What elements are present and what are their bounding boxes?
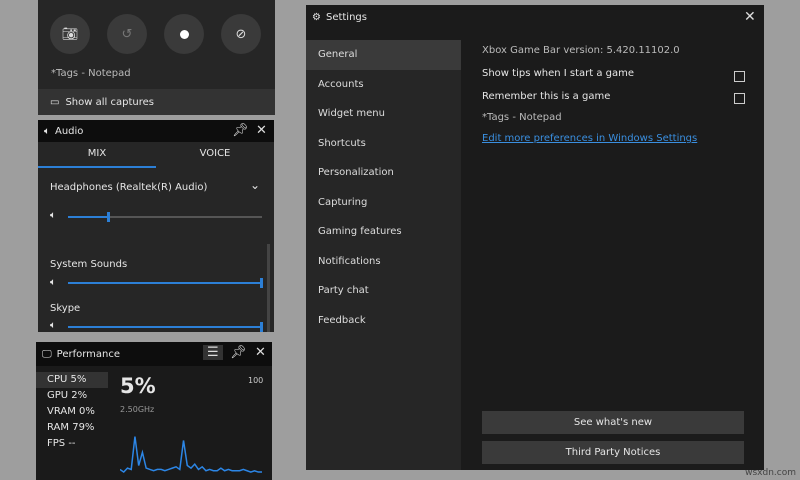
record-dot-icon (179, 29, 189, 39)
nav-item-general[interactable]: General (306, 40, 461, 70)
nav-item-shortcuts[interactable]: Shortcuts (306, 129, 461, 159)
option-label: Remember this is a game (482, 91, 611, 102)
app-name: Skype (50, 303, 81, 314)
version-text: Xbox Game Bar version: 5.420.11102.0 (482, 45, 680, 56)
record-last-button[interactable]: ↺ (107, 14, 147, 54)
nav-item-feedback[interactable]: Feedback (306, 306, 461, 336)
device-name: Headphones (Realtek(R) Audio) (50, 182, 208, 193)
speaker-icon: 🔈︎ (50, 320, 56, 331)
speaker-icon: 🔈︎ (44, 125, 50, 137)
monitor-icon: 🖵︎ (42, 348, 52, 360)
capture-widget: 📷︎ ↺ ⊘ *Tags - Notepad ▭ Show all capture… (38, 0, 275, 115)
see-whats-new-button[interactable]: See what's new (482, 411, 744, 434)
record-button[interactable] (164, 14, 204, 54)
capture-tags: *Tags - Notepad (51, 68, 131, 79)
nav-item-personalization[interactable]: Personalization (306, 158, 461, 188)
audio-widget: 🔈︎ Audio 📌︎ ✕ MIX VOICE Headphones (Realtek… (38, 120, 274, 332)
stat-label: FPS (47, 438, 66, 449)
cpu-big-value: 5% (120, 374, 156, 398)
stat-value: -- (68, 438, 76, 449)
stat-label: CPU (47, 374, 68, 385)
close-icon[interactable]: ✕ (744, 9, 756, 25)
audio-title: Audio (55, 125, 84, 137)
stat-ram[interactable]: RAM 79% (36, 420, 108, 436)
settings-nav: General Accounts Widget menu Shortcuts Perso… (306, 40, 461, 470)
chevron-down-icon[interactable]: ⌄ (250, 178, 260, 192)
history-icon: ↺ (121, 26, 133, 42)
stat-value: 79% (72, 422, 95, 433)
nav-item-notifications[interactable]: Notifications (306, 247, 461, 277)
gear-icon: ⚙ (312, 12, 321, 23)
app-name: System Sounds (50, 259, 128, 270)
mic-off-icon: ⊘ (235, 26, 247, 42)
stat-vram[interactable]: VRAM 0% (36, 404, 108, 420)
stat-fps[interactable]: FPS -- (36, 436, 108, 452)
watermark: wsxdn.com (745, 468, 796, 478)
stat-label: VRAM (47, 406, 76, 417)
show-all-captures-button[interactable]: ▭ Show all captures (38, 89, 275, 115)
performance-title: Performance (56, 348, 121, 360)
tab-mix[interactable]: MIX (38, 142, 156, 168)
show-all-label: Show all captures (65, 96, 154, 108)
stat-label: GPU (47, 390, 69, 401)
graph-max: 100 (248, 376, 264, 385)
cpu-frequency: 2.50GHz (120, 405, 155, 414)
close-icon[interactable]: ✕ (256, 123, 267, 138)
scrollbar[interactable] (267, 244, 270, 332)
pin-icon[interactable]: 📌︎ (232, 123, 249, 138)
stat-value: 5% (70, 374, 87, 385)
settings-window: ⚙ Settings ✕ General Accounts Widget menu Sh… (306, 5, 764, 470)
camera-icon: 📷︎ (61, 26, 79, 42)
cpu-graph (120, 436, 262, 474)
stat-value: 0% (79, 406, 95, 417)
screenshot-button[interactable]: 📷︎ (50, 14, 90, 54)
nav-item-party-chat[interactable]: Party chat (306, 276, 461, 306)
nav-item-widget-menu[interactable]: Widget menu (306, 99, 461, 129)
stat-value: 2% (71, 390, 88, 401)
gallery-icon: ▭ (50, 96, 60, 108)
mic-toggle-button[interactable]: ⊘ (221, 14, 261, 54)
stat-cpu[interactable]: CPU 5% (36, 372, 108, 388)
show-tips-checkbox[interactable] (734, 71, 745, 82)
system-sounds-slider[interactable] (68, 278, 264, 288)
device-volume-slider[interactable] (68, 212, 262, 222)
stat-label: RAM (47, 422, 70, 433)
settings-sliders-icon[interactable]: ☰ (203, 345, 223, 360)
nav-item-accounts[interactable]: Accounts (306, 70, 461, 100)
settings-title: Settings (325, 12, 367, 23)
speaker-icon: 🔈︎ (50, 210, 56, 221)
nav-item-gaming-features[interactable]: Gaming features (306, 217, 461, 247)
third-party-notices-button[interactable]: Third Party Notices (482, 441, 744, 464)
close-icon[interactable]: ✕ (255, 345, 266, 360)
option-label: Show tips when I start a game (482, 68, 635, 79)
performance-widget: 🖵︎ Performance ☰ 📌︎ ✕ CPU 5% GPU 2% VRAM 0% RA… (36, 342, 272, 480)
stat-gpu[interactable]: GPU 2% (36, 388, 108, 404)
nav-item-capturing[interactable]: Capturing (306, 188, 461, 218)
pin-icon[interactable]: 📌︎ (230, 345, 247, 360)
tab-voice[interactable]: VOICE (156, 142, 274, 168)
settings-tags: *Tags - Notepad (482, 112, 562, 123)
skype-slider[interactable] (68, 322, 264, 332)
speaker-icon: 🔈︎ (50, 277, 56, 288)
windows-settings-link[interactable]: Edit more preferences in Windows Setting… (482, 133, 697, 144)
cpu-graph-line (120, 436, 262, 474)
remember-game-checkbox[interactable] (734, 93, 745, 104)
